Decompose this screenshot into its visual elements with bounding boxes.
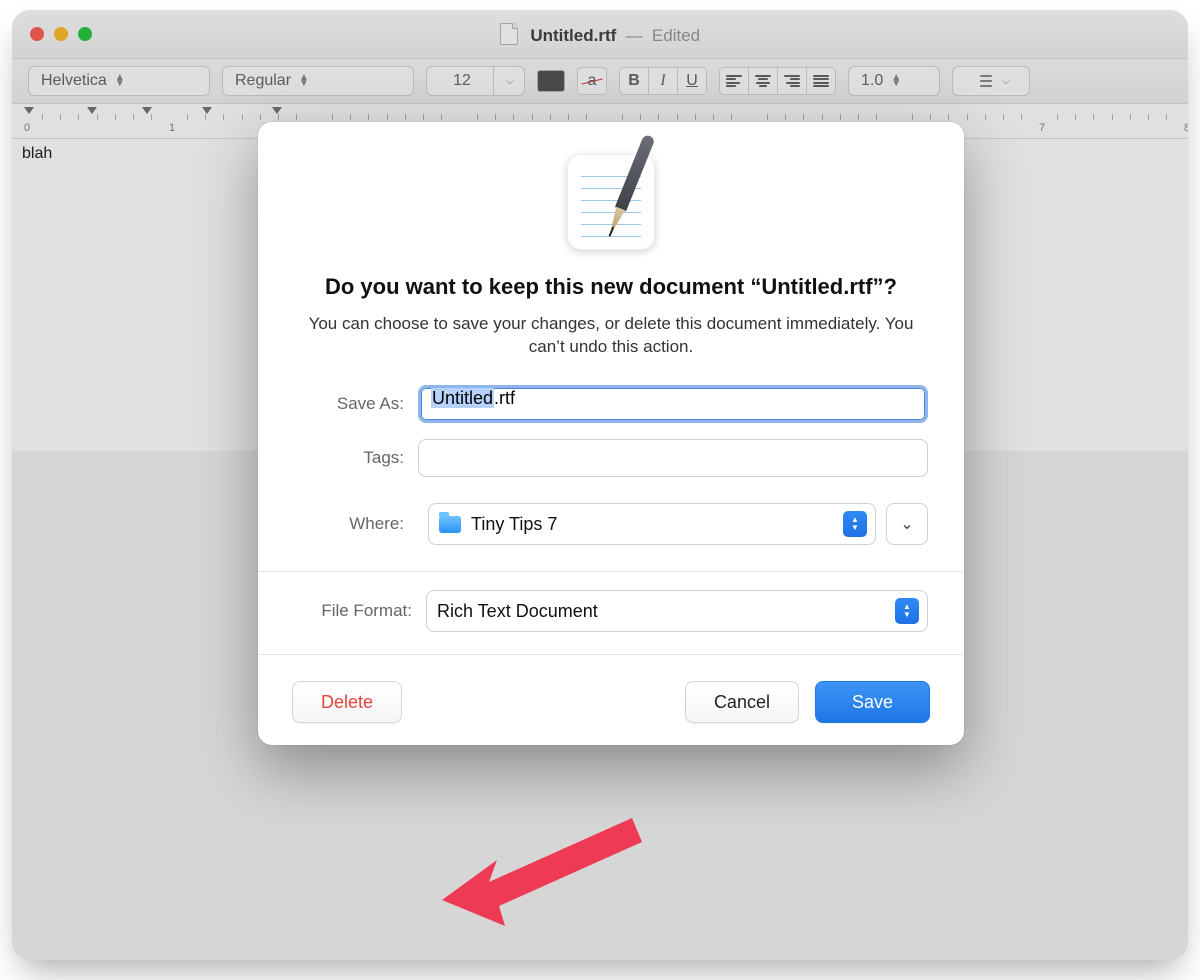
tab-stop-icon[interactable] (142, 107, 152, 114)
delete-button[interactable]: Delete (292, 681, 402, 723)
text-color-swatch[interactable] (537, 70, 565, 92)
ruler-number: 7 (1039, 122, 1045, 134)
updown-icon: ▲▼ (891, 75, 901, 87)
underline-button[interactable]: U (677, 67, 707, 95)
line-spacing-value: 1.0 (861, 72, 883, 90)
window: Untitled.rtf — Edited Helvetica ▲▼ Regul… (12, 10, 1188, 960)
align-left-icon (726, 75, 742, 87)
font-style-select[interactable]: Regular ▲▼ (222, 66, 414, 96)
updown-icon: ▲▼ (299, 75, 309, 87)
save-as-field[interactable]: Untitled.rtf (418, 385, 928, 423)
tab-stop-icon[interactable] (87, 107, 97, 114)
font-size-value: 12 (453, 72, 471, 90)
align-left-button[interactable] (719, 67, 749, 95)
italic-button[interactable]: I (648, 67, 678, 95)
line-spacing-select[interactable]: 1.0 ▲▼ (848, 66, 940, 96)
where-value: Tiny Tips 7 (471, 514, 557, 535)
tab-stop-icon[interactable] (24, 107, 34, 114)
chevron-down-icon: ⌵ (506, 76, 514, 87)
format-toolbar: Helvetica ▲▼ Regular ▲▼ 12 ⌵ a B I U (12, 59, 1188, 104)
document-icon (500, 23, 518, 45)
where-label: Where: (294, 514, 404, 534)
tab-stop-icon[interactable] (272, 107, 282, 114)
font-weight-group: B I U (619, 67, 707, 95)
list-icon (976, 75, 992, 87)
updown-icon: ▲▼ (895, 598, 919, 624)
ruler-number: 1 (169, 122, 175, 134)
save-as-selection: Untitled (431, 388, 494, 408)
chevron-down-icon: ⌄ (900, 514, 913, 534)
chevron-down-icon: ⌵ (1002, 76, 1010, 87)
font-family-value: Helvetica (41, 72, 107, 90)
bold-button[interactable]: B (619, 67, 649, 95)
font-size-field[interactable]: 12 (426, 66, 494, 96)
font-style-value: Regular (235, 72, 291, 90)
align-justify-button[interactable] (806, 67, 836, 95)
tags-label: Tags: (294, 448, 404, 468)
file-format-value: Rich Text Document (437, 601, 598, 622)
tags-field[interactable] (418, 439, 928, 477)
window-title-filename: Untitled.rtf (530, 26, 616, 45)
ruler-number: 0 (24, 122, 30, 134)
file-format-popup[interactable]: Rich Text Document ▲▼ (426, 590, 928, 632)
tab-stop-icon[interactable] (202, 107, 212, 114)
list-style-select[interactable]: ⌵ (952, 66, 1030, 96)
folder-icon (439, 516, 461, 533)
cancel-button[interactable]: Cancel (685, 681, 799, 723)
align-right-icon (784, 75, 800, 87)
font-size-stepper[interactable]: ⌵ (494, 66, 525, 96)
dialog-heading: Do you want to keep this new document “U… (292, 272, 930, 302)
updown-icon: ▲▼ (115, 75, 125, 87)
font-family-select[interactable]: Helvetica ▲▼ (28, 66, 210, 96)
alignment-group (719, 67, 836, 95)
dialog-app-icon (258, 122, 964, 250)
traffic-lights (30, 27, 92, 41)
align-right-button[interactable] (777, 67, 807, 95)
close-window-button[interactable] (30, 27, 44, 41)
annotation-arrow-icon (437, 790, 657, 930)
dialog-subtext: You can choose to save your changes, or … (298, 312, 924, 360)
expand-save-panel-button[interactable]: ⌄ (886, 503, 928, 545)
window-title: Untitled.rtf — Edited (12, 23, 1188, 46)
save-as-extension: .rtf (494, 388, 515, 408)
align-center-icon (755, 75, 771, 87)
align-center-button[interactable] (748, 67, 778, 95)
where-popup[interactable]: Tiny Tips 7 ▲▼ (428, 503, 876, 545)
titlebar: Untitled.rtf — Edited (12, 10, 1188, 59)
save-as-label: Save As: (294, 394, 404, 414)
minimize-window-button[interactable] (54, 27, 68, 41)
ruler-number: 8 (1184, 122, 1188, 134)
align-justify-icon (813, 75, 829, 87)
editor-text: blah (22, 145, 52, 162)
save-dialog: Do you want to keep this new document “U… (258, 122, 964, 745)
save-button[interactable]: Save (815, 681, 930, 723)
window-title-status: Edited (652, 26, 700, 45)
file-format-label: File Format: (294, 601, 412, 621)
highlight-color-button[interactable]: a (577, 67, 607, 95)
updown-icon: ▲▼ (843, 511, 867, 537)
zoom-window-button[interactable] (78, 27, 92, 41)
